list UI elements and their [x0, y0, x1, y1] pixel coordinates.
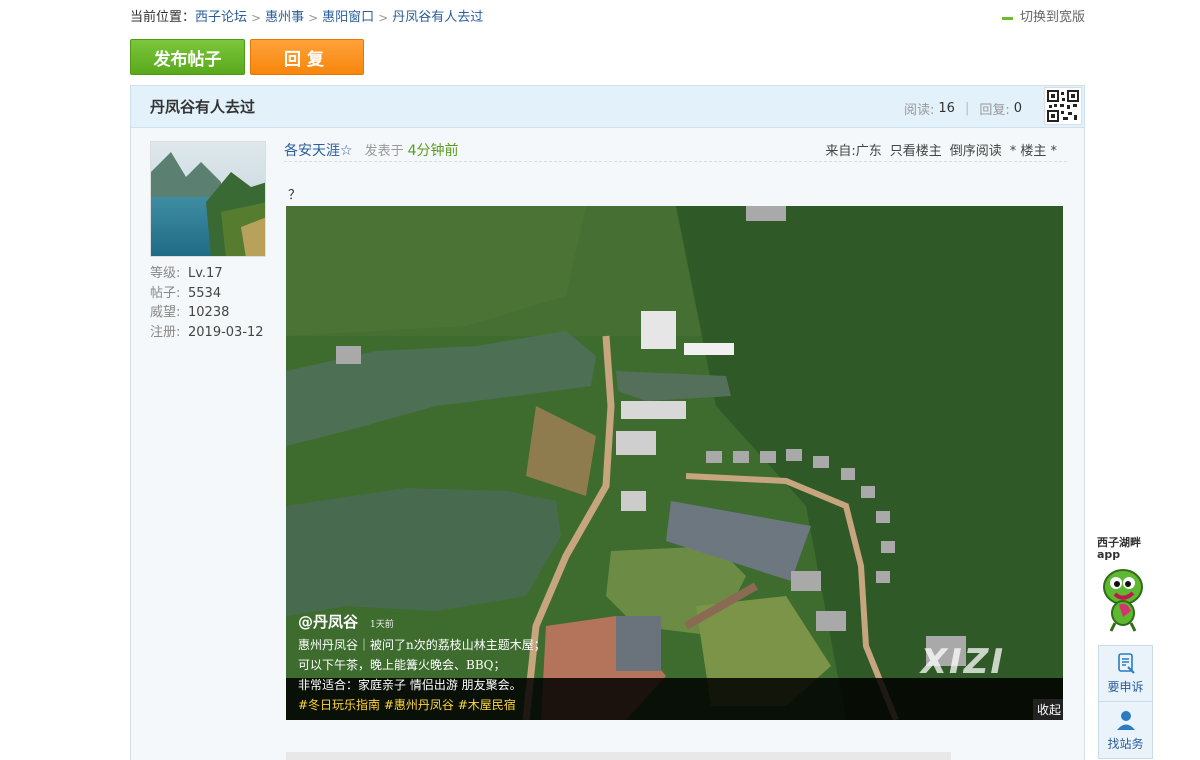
new-post-button[interactable]: 发布帖子 — [130, 39, 245, 75]
author-stat-level: 等级: Lv.17 — [150, 266, 223, 281]
chevron-right-icon: > — [378, 11, 389, 25]
posted-time: 4分钟前 — [407, 142, 459, 159]
reply-button[interactable]: 回复 — [250, 39, 364, 75]
breadcrumb-link-thread[interactable]: 丹凤谷有人去过 — [392, 8, 483, 28]
app-promo[interactable]: 西子湖畔 app — [1097, 537, 1157, 637]
stats-divider: | — [964, 101, 970, 116]
find-admin-label: 找站务 — [1107, 736, 1144, 751]
qr-code-icon[interactable] — [1044, 87, 1082, 125]
breadcrumb-link-huiyang[interactable]: 惠阳窗口 — [322, 8, 374, 28]
find-admin-button[interactable]: 找站务 — [1099, 702, 1152, 758]
chevron-right-icon: > — [251, 11, 262, 25]
author-info: 等级: Lv.17 帖子: 5534 威望: 10238 注册: 2019-03… — [150, 264, 264, 342]
caption-tags: #冬日玩乐指南 #惠州丹凤谷 #木屋民宿 — [298, 698, 516, 712]
post-image[interactable]: @丹凤谷 1天前 惠州丹凤谷｜被问了n次的荔枝山林主题木屋； 可以下午茶，晚上能篝… — [286, 206, 1063, 720]
views-count: 16 — [938, 101, 955, 116]
avatar[interactable] — [150, 141, 266, 257]
post-footer-bar — [286, 752, 951, 760]
minus-icon — [1001, 16, 1013, 20]
mascot-icon — [1103, 569, 1143, 632]
replies-count: 0 — [1013, 101, 1022, 116]
caption-line-3: 非常适合：家庭亲子 情侣出游 朋友聚会。 — [298, 678, 522, 692]
caption-line-2: 可以下午茶，晚上能篝火晚会、BBQ； — [298, 658, 506, 672]
admin-user-icon — [1116, 710, 1135, 730]
author-name-link[interactable]: 各安天涯☆ — [284, 140, 353, 160]
breadcrumb: 当前位置： 西子论坛 > 惠州事 > 惠阳窗口 > 丹凤谷有人去过 — [130, 8, 483, 28]
thread-title: 丹凤谷有人去过 — [150, 98, 256, 116]
thread-stats: 阅读: 16 | 回复: 0 — [904, 99, 1022, 118]
post-from: 来自:广东 — [825, 144, 882, 159]
image-caption: @丹凤谷 1天前 惠州丹凤谷｜被问了n次的荔枝山林主题木屋； 可以下午茶，晚上能篝… — [298, 612, 546, 715]
post-body-text: ？ — [288, 188, 302, 203]
author-stat-prestige: 威望: 10238 — [150, 305, 230, 320]
floor-label: * 楼主 * — [1009, 144, 1057, 159]
caption-handle: @丹凤谷 — [298, 613, 359, 631]
thread-header: 丹凤谷有人去过 阅读: 16 | 回复: 0 — [131, 86, 1084, 128]
complaint-icon — [1117, 653, 1135, 674]
breadcrumb-link-forum[interactable]: 西子论坛 — [195, 8, 247, 28]
post-meta: 各安天涯☆ 发表于 4分钟前 来自:广东 只看楼主 倒序阅读 * 楼主 * — [284, 138, 1067, 162]
views-label: 阅读: — [904, 103, 935, 118]
only-op-link[interactable]: 只看楼主 — [890, 140, 942, 159]
complain-label: 要申诉 — [1107, 680, 1144, 694]
watermark-logo: XIZI — [920, 642, 1005, 682]
reverse-order-link[interactable]: 倒序阅读 — [950, 140, 1002, 159]
posted-prefix: 发表于 — [364, 144, 404, 159]
thread-container: 丹凤谷有人去过 阅读: 16 | 回复: 0 等级: Lv.17 帖子: 553… — [130, 85, 1085, 760]
app-promo-line2: app — [1097, 548, 1121, 561]
author-stat-posts: 帖子: 5534 — [150, 285, 222, 301]
chevron-right-icon: > — [308, 11, 319, 25]
author-stat-registered: 注册: 2019-03-12 — [150, 324, 264, 340]
post-tools: 来自:广东 只看楼主 倒序阅读 * 楼主 * — [825, 140, 1067, 159]
wide-mode-toggle[interactable]: 切换到宽版 — [1001, 8, 1085, 28]
breadcrumb-link-huizhou[interactable]: 惠州事 — [265, 8, 304, 28]
replies-label: 回复: — [979, 103, 1010, 118]
side-toolbar: 要申诉 找站务 — [1098, 645, 1153, 759]
caption-line-1: 惠州丹凤谷｜被问了n次的荔枝山林主题木屋； — [298, 638, 546, 652]
caption-ago: 1天前 — [370, 620, 394, 630]
complain-button[interactable]: 要申诉 — [1099, 646, 1152, 702]
collapse-button[interactable]: 收起 — [1032, 699, 1063, 720]
breadcrumb-prefix: 当前位置： — [130, 10, 196, 25]
wide-mode-label: 切换到宽版 — [1019, 10, 1085, 25]
